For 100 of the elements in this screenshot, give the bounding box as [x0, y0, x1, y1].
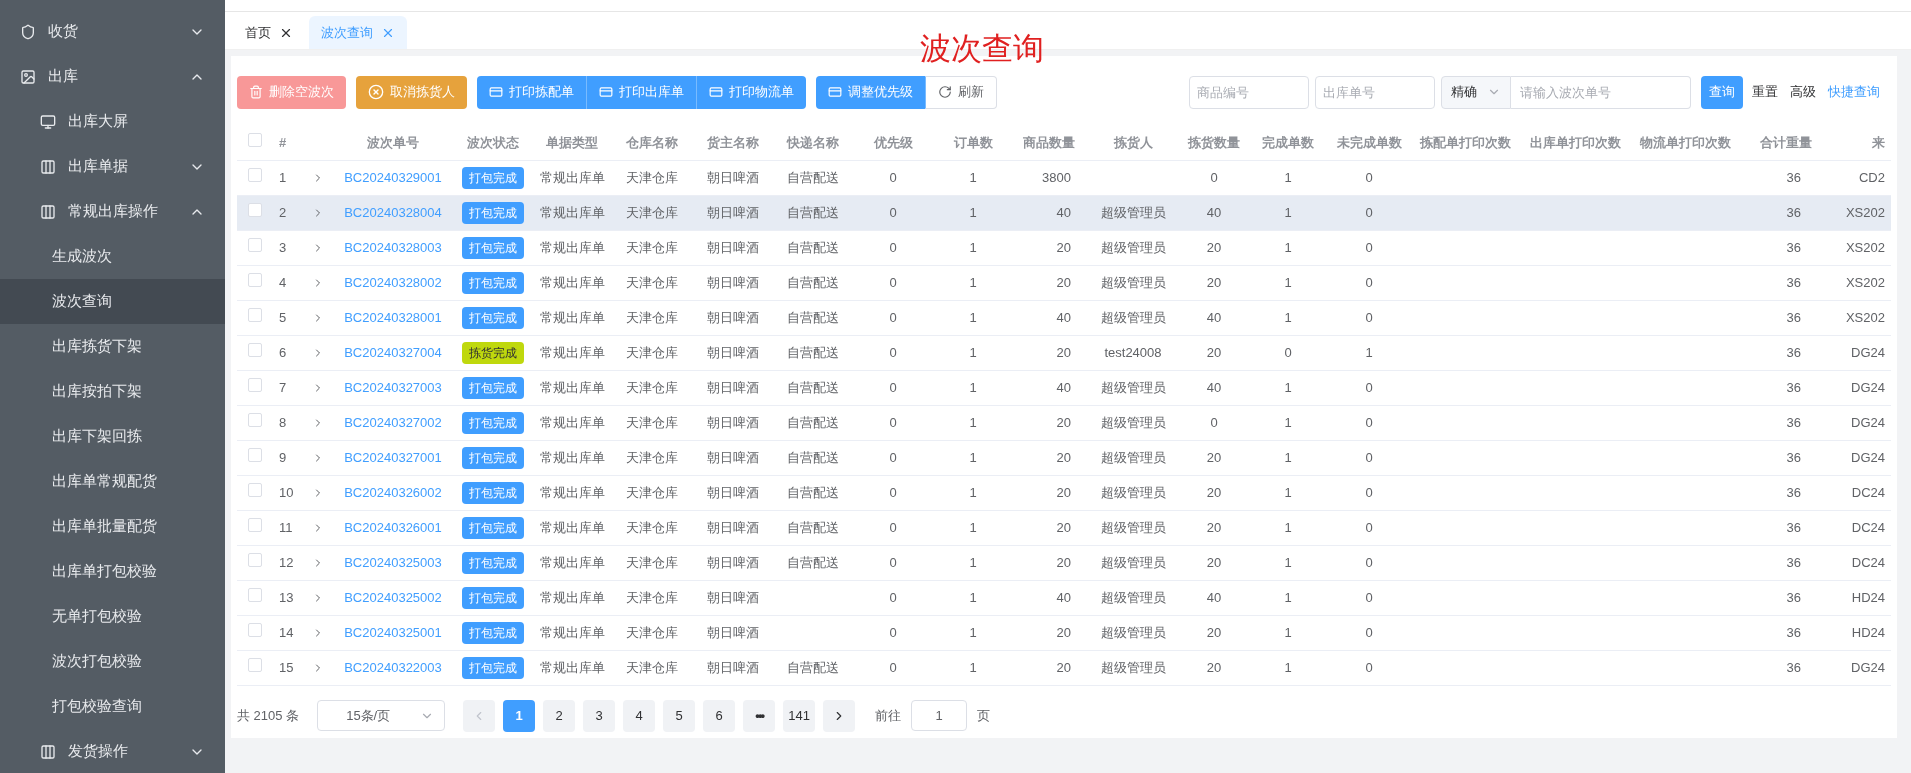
table-row[interactable]: 6 BC20240327004 拣货完成 常规出库单 天津仓库 朝日啤酒 自营配送 0 1 20 test24008 20 0 1 36 DG24	[237, 335, 1891, 370]
checkbox[interactable]	[248, 202, 262, 217]
sidebar-item[interactable]: 波次查询	[0, 279, 225, 324]
checkbox[interactable]	[248, 237, 262, 252]
wave-number-field[interactable]: 请输入波次单号	[1511, 75, 1691, 109]
table-cell: 1	[969, 484, 977, 500]
checkbox[interactable]	[248, 307, 262, 322]
sidebar-item[interactable]: 出库单据	[0, 144, 225, 189]
page-button[interactable]: 2	[543, 699, 576, 732]
match-mode-select[interactable]: 精确	[1441, 75, 1511, 109]
column-header: 拣货人	[1085, 125, 1181, 160]
outbound-number-field[interactable]: 出库单号	[1315, 75, 1435, 109]
reset-button[interactable]: 重置	[1749, 82, 1781, 102]
next-page-button[interactable]	[823, 699, 856, 732]
table-cell: 天津仓库	[626, 274, 678, 290]
checkbox[interactable]	[248, 272, 262, 287]
table-cell: 自营配送	[787, 344, 839, 360]
checkbox[interactable]	[248, 447, 262, 462]
table-row[interactable]: 14 BC20240325001 打包完成 常规出库单 天津仓库 朝日啤酒 0 1 20 超级管理员 20 1 0 36 HD24	[237, 615, 1891, 650]
table-cell: 0	[889, 449, 897, 465]
table-cell: 1	[969, 624, 977, 640]
sidebar-item[interactable]: 出库下架回拣	[0, 414, 225, 459]
table-cell: DC24	[1851, 484, 1885, 500]
table-row[interactable]: 8 BC20240327002 打包完成 常规出库单 天津仓库 朝日啤酒 自营配送 0 1 20 超级管理员 0 1 0 36 DG24	[237, 405, 1891, 440]
sidebar-item[interactable]: 波次打包校验	[0, 639, 225, 684]
table-cell: 0	[1365, 414, 1373, 430]
table-cell: XS202	[1845, 309, 1885, 325]
tab[interactable]: 首页	[233, 16, 305, 49]
page-button[interactable]: 4	[623, 699, 656, 732]
page-button[interactable]: 3	[583, 699, 616, 732]
table-cell: 自营配送	[787, 554, 839, 570]
table-row[interactable]: 12 BC20240325003 打包完成 常规出库单 天津仓库 朝日啤酒 自营配送 0 1 20 超级管理员 20 1 0 36 DC24	[237, 545, 1891, 580]
sidebar-item[interactable]: 收货	[0, 9, 225, 54]
table-row[interactable]: 4 BC20240328002 打包完成 常规出库单 天津仓库 朝日啤酒 自营配送 0 1 20 超级管理员 20 1 0 36 XS202	[237, 265, 1891, 300]
table-row[interactable]: 15 BC20240322003 打包完成 常规出库单 天津仓库 朝日啤酒 自营配送 0 1 20 超级管理员 20 1 0 36 DG24	[237, 650, 1891, 685]
sidebar-item[interactable]: 出库单打包校验	[0, 549, 225, 594]
table-row[interactable]: 9 BC20240327001 打包完成 常规出库单 天津仓库 朝日啤酒 自营配送 0 1 20 超级管理员 20 1 0 36 DG24	[237, 440, 1891, 475]
sidebar-item[interactable]: 发货操作	[0, 729, 225, 773]
table-cell: 朝日啤酒	[707, 379, 759, 395]
checkbox[interactable]	[248, 657, 262, 672]
table-cell: 自营配送	[787, 204, 839, 220]
column-header: 物流单打印次数	[1629, 125, 1741, 160]
table-cell: 天津仓库	[626, 379, 678, 395]
more-pages-button[interactable]: •••	[743, 699, 776, 732]
checkbox[interactable]	[248, 377, 262, 392]
table-cell: 自营配送	[787, 484, 839, 500]
column-header: 完成单数	[1247, 125, 1329, 160]
checkbox[interactable]	[248, 342, 262, 357]
column-header: 来	[1831, 125, 1891, 160]
column-header: 仓库名称	[611, 125, 693, 160]
table-cell: 天津仓库	[626, 169, 678, 185]
table-cell: 1	[1284, 659, 1292, 675]
table-cell: 20	[1056, 554, 1071, 570]
checkbox[interactable]	[248, 552, 262, 567]
column-header: 拣配单打印次数	[1409, 125, 1521, 160]
sidebar-item[interactable]: 无单打包校验	[0, 594, 225, 639]
table-cell: 0	[1365, 484, 1373, 500]
checkbox[interactable]	[248, 132, 262, 147]
status-tag: 打包完成	[462, 586, 524, 609]
panel-icon	[40, 203, 56, 220]
sidebar-item[interactable]: 生成波次	[0, 234, 225, 279]
toolbar-button[interactable]: 刷新	[925, 75, 997, 109]
table-cell: 0	[889, 274, 897, 290]
sidebar-item[interactable]: 出库大屏	[0, 99, 225, 144]
checkbox[interactable]	[248, 587, 262, 602]
sidebar-item[interactable]: 出库拣货下架	[0, 324, 225, 369]
table-row[interactable]: 3 BC20240328003 打包完成 常规出库单 天津仓库 朝日啤酒 自营配送 0 1 20 超级管理员 20 1 0 36 XS202	[237, 230, 1891, 265]
table-row[interactable]: 13 BC20240325002 打包完成 常规出库单 天津仓库 朝日啤酒 0 1 40 超级管理员 40 1 0 36 HD24	[237, 580, 1891, 615]
advanced-button[interactable]: 高级	[1787, 82, 1819, 102]
table-row[interactable]: 5 BC20240328001 打包完成 常规出库单 天津仓库 朝日啤酒 自营配送 0 1 40 超级管理员 40 1 0 36 XS202	[237, 300, 1891, 335]
table-cell: DC24	[1851, 519, 1885, 535]
table-cell: 朝日啤酒	[707, 484, 759, 500]
page-button[interactable]: 141	[783, 699, 816, 732]
checkbox[interactable]	[248, 482, 262, 497]
checkbox[interactable]	[248, 622, 262, 637]
page-button[interactable]: 6	[703, 699, 736, 732]
product-code-field[interactable]: 商品编号	[1189, 75, 1309, 109]
table-cell: 1	[1284, 414, 1292, 430]
page-button[interactable]: 5	[663, 699, 696, 732]
checkbox[interactable]	[248, 412, 262, 427]
table-row[interactable]: 7 BC20240327003 打包完成 常规出库单 天津仓库 朝日啤酒 自营配送 0 1 40 超级管理员 40 1 0 36 DG24	[237, 370, 1891, 405]
status-tag: 打包完成	[462, 481, 524, 504]
goto-page-field[interactable]: 1	[911, 700, 968, 731]
table-row[interactable]: 10 BC20240326002 打包完成 常规出库单 天津仓库 朝日啤酒 自营配送 0 1 20 超级管理员 20 1 0 36 DC24	[237, 475, 1891, 510]
table-cell: 20	[1206, 274, 1222, 290]
sidebar-item[interactable]: 出库单常规配货	[0, 459, 225, 504]
table-row[interactable]: 11 BC20240326001 打包完成 常规出库单 天津仓库 朝日啤酒 自营配送 0 1 20 超级管理员 20 1 0 36 DC24	[237, 510, 1891, 545]
sidebar-item[interactable]: 打包校验查询	[0, 684, 225, 729]
sidebar-item[interactable]: 出库	[0, 54, 225, 99]
table-cell: 常规出库单	[539, 484, 605, 500]
card-icon	[709, 85, 723, 99]
sidebar-item[interactable]: 出库按拍下架	[0, 369, 225, 414]
page-size-select[interactable]: 15条/页	[317, 700, 446, 731]
sidebar-item[interactable]: 常规出库操作	[0, 189, 225, 234]
checkbox[interactable]	[248, 517, 262, 532]
table-cell: 36	[1786, 379, 1801, 395]
column-header: 未完成单数	[1329, 125, 1409, 160]
checkbox[interactable]	[248, 167, 262, 182]
sidebar-item[interactable]: 出库单批量配货	[0, 504, 225, 549]
table-row[interactable]: 1 BC20240329001 打包完成 常规出库单 天津仓库 朝日啤酒 自营配送 0 1 3800 0 1 0 36 CD2	[237, 160, 1891, 195]
